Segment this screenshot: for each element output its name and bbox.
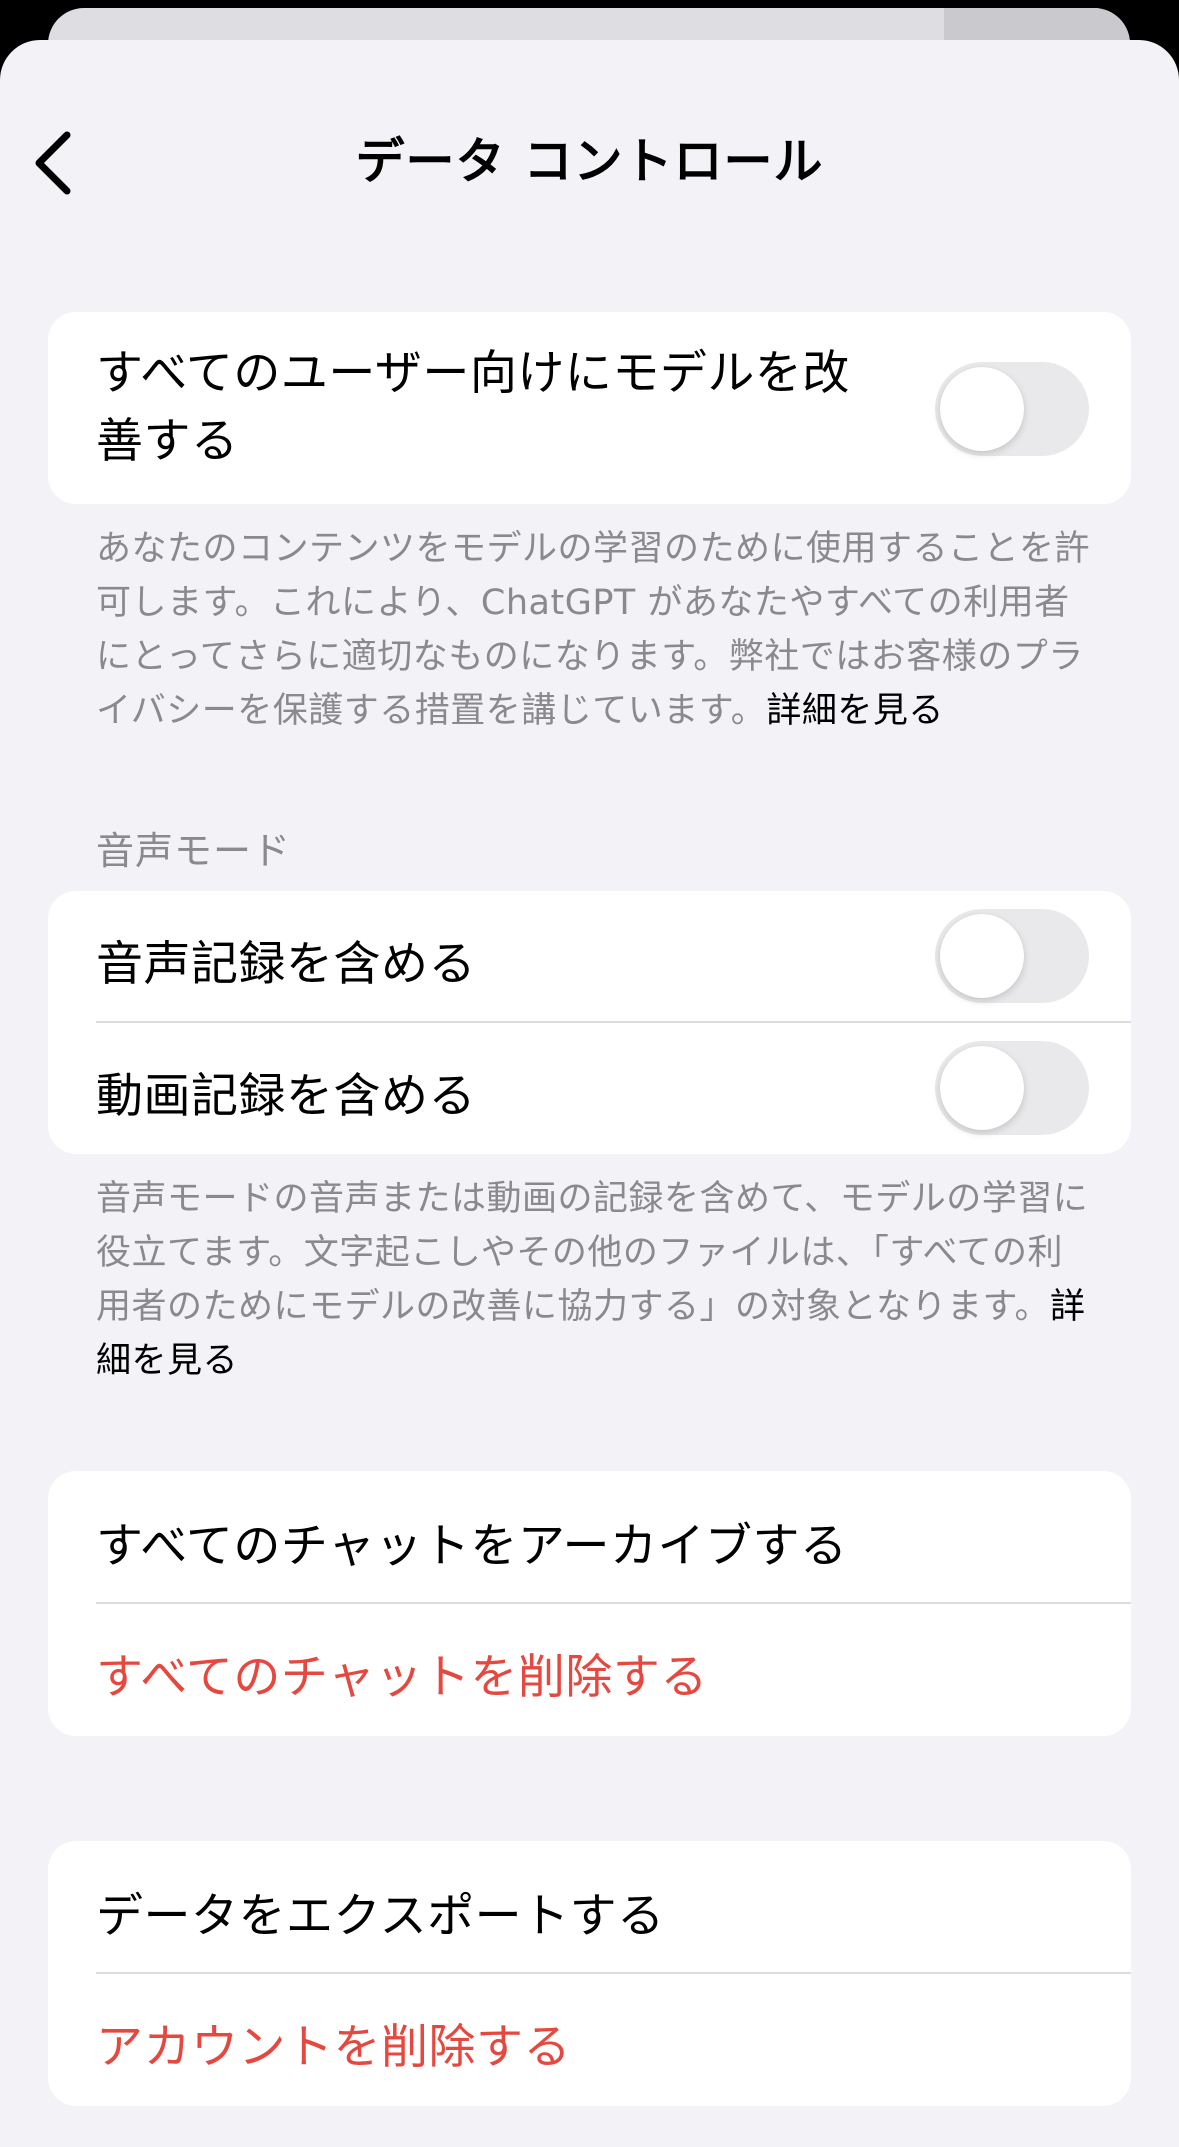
improve-model-description: あなたのコンテンツをモデルの学習のために使用することを許可します。これにより、C… — [96, 522, 1096, 738]
voice-mode-header: 音声モード — [96, 829, 292, 873]
chats-card: すべてのチャットをアーカイブする すべてのチャットを削除する — [48, 1471, 1131, 1736]
voice-mode-description-text: 音声モードの音声または動画の記録を含めて、モデルの学習に役立てます。文字起こしや… — [96, 1179, 1089, 1327]
delete-chats-label: すべてのチャットを削除する — [96, 1650, 708, 1705]
delete-account-label: アカウントを削除する — [96, 2020, 571, 2075]
voice-mode-card: 音声記録を含める 動画記録を含める — [48, 891, 1131, 1154]
toggle-knob — [940, 914, 1024, 998]
improve-model-toggle[interactable] — [935, 362, 1089, 456]
include-audio-row: 音声記録を含める — [48, 891, 1131, 1022]
toggle-knob — [940, 1046, 1024, 1130]
navigation-bar: データ コントロール — [0, 40, 1179, 210]
account-card: データをエクスポートする アカウントを削除する — [48, 1841, 1131, 2106]
include-audio-label: 音声記録を含める — [96, 937, 476, 992]
include-audio-toggle[interactable] — [935, 909, 1089, 1003]
voice-mode-description: 音声モードの音声または動画の記録を含めて、モデルの学習に役立てます。文字起こしや… — [96, 1172, 1096, 1388]
export-data-button[interactable]: データをエクスポートする — [48, 1841, 1131, 1973]
improve-model-card: すべてのユーザー向けにモデルを改善する — [48, 312, 1131, 504]
improve-model-row: すべてのユーザー向けにモデルを改善する — [48, 312, 1131, 504]
delete-account-button[interactable]: アカウントを削除する — [48, 1974, 1131, 2106]
include-video-toggle[interactable] — [935, 1041, 1089, 1135]
include-video-label: 動画記録を含める — [96, 1069, 476, 1124]
export-data-label: データをエクスポートする — [96, 1889, 665, 1944]
improve-model-label: すべてのユーザー向けにモデルを改善する — [96, 346, 850, 469]
archive-chats-label: すべてのチャットをアーカイブする — [96, 1519, 848, 1574]
include-video-row: 動画記録を含める — [48, 1023, 1131, 1154]
delete-chats-button[interactable]: すべてのチャットを削除する — [48, 1604, 1131, 1736]
improve-model-learn-more-link[interactable]: 詳細を見る — [766, 691, 944, 731]
toggle-knob — [940, 367, 1024, 451]
archive-chats-button[interactable]: すべてのチャットをアーカイブする — [48, 1471, 1131, 1603]
data-controls-sheet: データ コントロール すべてのユーザー向けにモデルを改善する あなたのコンテンツ… — [0, 40, 1179, 2147]
page-title: データ コントロール — [355, 133, 824, 190]
